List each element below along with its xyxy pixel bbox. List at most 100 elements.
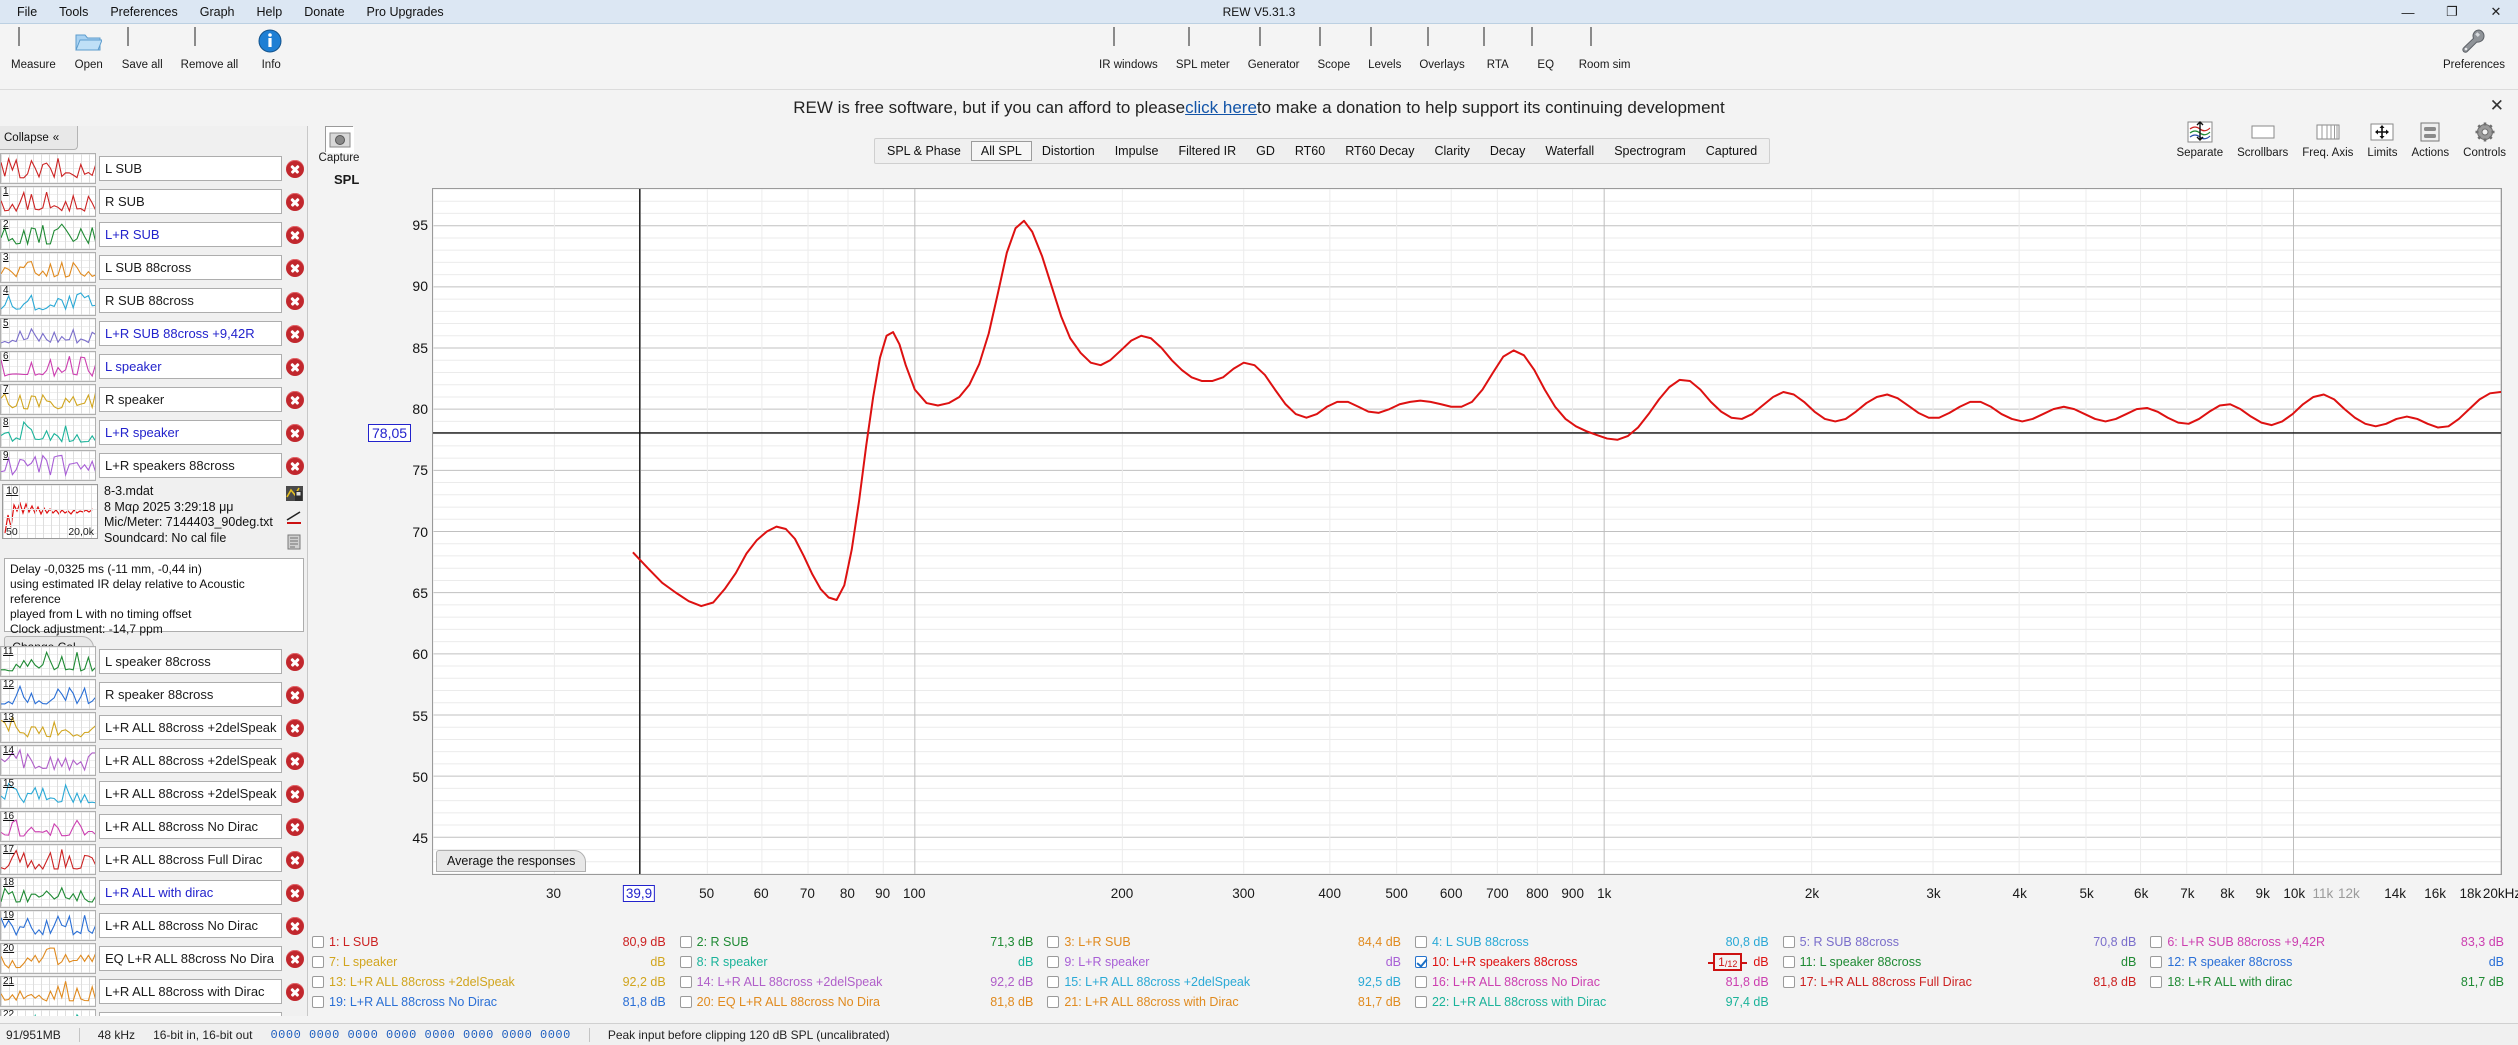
delete-measurement-button[interactable] bbox=[282, 152, 308, 185]
legend-item[interactable]: 16: L+R ALL 88cross No Dirac81,8 dB bbox=[1415, 972, 1783, 992]
tab-rt60[interactable]: RT60 bbox=[1285, 141, 1335, 161]
measurement-name[interactable]: L+R ALL 88cross No Dirac bbox=[99, 814, 282, 839]
legend-item[interactable]: 13: L+R ALL 88cross +2delSpeak92,2 dB bbox=[312, 972, 680, 992]
toolbar-button-overlays[interactable]: Overlays bbox=[1410, 26, 1473, 73]
plot-area[interactable] bbox=[432, 188, 2502, 875]
legend-item[interactable]: 14: L+R ALL 88cross +2delSpeak92,2 dB bbox=[680, 972, 1048, 992]
measurement-thumbnail[interactable]: 11 bbox=[0, 646, 96, 677]
menu-item-help[interactable]: Help bbox=[246, 2, 294, 22]
average-responses-button[interactable]: Average the responses bbox=[436, 850, 586, 872]
toolbar-button-measure[interactable]: Measure bbox=[2, 26, 65, 73]
measurement-thumbnail[interactable]: 6 bbox=[0, 351, 96, 382]
measurement-row[interactable]: 17L+R ALL 88cross Full Dirac bbox=[0, 843, 308, 876]
tab-decay[interactable]: Decay bbox=[1480, 141, 1535, 161]
legend-item[interactable]: 8: R speakerdB bbox=[680, 952, 1048, 972]
measurement-thumbnail[interactable]: 2 bbox=[0, 219, 96, 250]
legend-checkbox[interactable] bbox=[680, 956, 692, 968]
measurement-row[interactable]: L SUB bbox=[0, 152, 308, 185]
tab-filtered-ir[interactable]: Filtered IR bbox=[1168, 141, 1246, 161]
measurement-row[interactable]: 16L+R ALL 88cross No Dirac bbox=[0, 810, 308, 843]
measurement-row[interactable]: 22L+R ALL 88cross with Dirac bbox=[0, 1008, 308, 1016]
toolbar-button-generator[interactable]: Generator bbox=[1239, 26, 1309, 73]
toolbar-button-remove-all[interactable]: Remove all bbox=[172, 26, 248, 73]
graph-control-freq-axis[interactable]: Freq. Axis bbox=[2296, 118, 2359, 161]
delete-measurement-button[interactable] bbox=[282, 810, 308, 843]
legend-checkbox[interactable] bbox=[1415, 936, 1427, 948]
toolbar-button-room-sim[interactable]: Room sim bbox=[1570, 26, 1640, 73]
legend-checkbox[interactable] bbox=[2150, 956, 2162, 968]
measurement-thumbnail[interactable]: 18 bbox=[0, 877, 96, 908]
measurement-name[interactable]: R speaker bbox=[99, 387, 282, 412]
delete-measurement-button[interactable] bbox=[282, 843, 308, 876]
measurement-name[interactable]: L speaker bbox=[99, 354, 282, 379]
tab-spectrogram[interactable]: Spectrogram bbox=[1604, 141, 1696, 161]
collapse-sidebar-button[interactable]: Collapse « bbox=[0, 126, 78, 150]
legend-item[interactable]: 7: L speakerdB bbox=[312, 952, 680, 972]
legend-item[interactable]: 11: L speaker 88crossdB bbox=[1783, 952, 2151, 972]
measurement-thumbnail[interactable]: 21 bbox=[0, 976, 96, 1007]
measurement-row[interactable]: 14L+R ALL 88cross +2delSpeak bbox=[0, 744, 308, 777]
measurement-row[interactable]: 11L speaker 88cross bbox=[0, 645, 308, 678]
measurement-name[interactable]: L+R SUB 88cross +9,42R bbox=[99, 321, 282, 346]
legend-checkbox[interactable] bbox=[1415, 996, 1427, 1008]
toolbar-button-scope[interactable]: Scope bbox=[1309, 26, 1360, 73]
measurement-name[interactable]: L+R ALL 88cross Full Dirac bbox=[99, 847, 282, 872]
legend-checkbox[interactable] bbox=[312, 936, 324, 948]
legend-item[interactable]: 17: L+R ALL 88cross Full Dirac81,8 dB bbox=[1783, 972, 2151, 992]
measurement-row[interactable]: 1R SUB bbox=[0, 185, 308, 218]
measurement-name[interactable]: L+R SUB bbox=[99, 222, 282, 247]
capture-icon[interactable] bbox=[325, 126, 353, 152]
measurement-name[interactable]: L+R ALL 88cross +2delSpeak bbox=[99, 781, 282, 806]
tab-rt60-decay[interactable]: RT60 Decay bbox=[1335, 141, 1424, 161]
toolbar-button-rta[interactable]: RTA bbox=[1474, 26, 1522, 73]
graph-control-controls[interactable]: Controls bbox=[2457, 118, 2512, 161]
legend-item[interactable]: 15: L+R ALL 88cross +2delSpeak92,5 dB bbox=[1047, 972, 1415, 992]
notes-icon[interactable] bbox=[287, 534, 302, 555]
legend-checkbox[interactable] bbox=[1783, 956, 1795, 968]
graph-control-separate[interactable]: Separate bbox=[2170, 118, 2229, 161]
legend-item[interactable]: 12: R speaker 88crossdB bbox=[2150, 952, 2518, 972]
donate-link[interactable]: click here bbox=[1185, 98, 1257, 118]
measurement-name[interactable]: L+R ALL 88cross No Dirac bbox=[99, 913, 282, 938]
measurement-thumbnail[interactable]: 19 bbox=[0, 910, 96, 941]
measurement-name[interactable]: L+R ALL 88cross +2delSpeak bbox=[99, 748, 282, 773]
measurement-row[interactable]: 12R speaker 88cross bbox=[0, 678, 308, 711]
measurement-row[interactable]: 5L+R SUB 88cross +9,42R bbox=[0, 317, 308, 350]
delete-measurement-button[interactable] bbox=[282, 975, 308, 1008]
measurement-thumbnail[interactable] bbox=[0, 153, 96, 184]
delete-measurement-button[interactable] bbox=[282, 942, 308, 975]
graph-control-limits[interactable]: Limits bbox=[2361, 118, 2403, 161]
legend-item[interactable]: 3: L+R SUB84,4 dB bbox=[1047, 932, 1415, 952]
legend-checkbox[interactable] bbox=[1783, 936, 1795, 948]
measurement-name[interactable]: EQ L+R ALL 88cross No Dira bbox=[99, 946, 282, 971]
measurement-row[interactable]: 13L+R ALL 88cross +2delSpeak bbox=[0, 711, 308, 744]
color-line-icon[interactable] bbox=[286, 510, 303, 530]
tab-spl-phase[interactable]: SPL & Phase bbox=[877, 141, 971, 161]
legend-checkbox[interactable] bbox=[312, 996, 324, 1008]
legend-item[interactable]: 19: L+R ALL 88cross No Dirac81,8 dB bbox=[312, 992, 680, 1012]
toolbar-button-open[interactable]: Open bbox=[65, 26, 113, 73]
measurement-row[interactable]: 9L+R speakers 88cross bbox=[0, 449, 308, 482]
measurement-thumbnail[interactable]: 14 bbox=[0, 745, 96, 776]
menu-item-donate[interactable]: Donate bbox=[293, 2, 355, 22]
legend-checkbox[interactable] bbox=[312, 956, 324, 968]
delete-measurement-button[interactable] bbox=[282, 284, 308, 317]
measurement-thumbnail[interactable]: 4 bbox=[0, 285, 96, 316]
smoothing-badge[interactable]: 1/12 bbox=[1713, 953, 1742, 971]
delete-measurement-button[interactable] bbox=[282, 251, 308, 284]
tab-impulse[interactable]: Impulse bbox=[1105, 141, 1169, 161]
delete-measurement-button[interactable] bbox=[282, 350, 308, 383]
legend-checkbox[interactable] bbox=[1047, 936, 1059, 948]
toolbar-button-preferences[interactable]: Preferences bbox=[2434, 26, 2514, 73]
delete-measurement-button[interactable] bbox=[282, 876, 308, 909]
measurement-name[interactable]: L+R speaker bbox=[99, 420, 282, 445]
measurement-name[interactable]: L+R ALL 88cross +2delSpeak bbox=[99, 715, 282, 740]
measurement-thumbnail[interactable]: 8 bbox=[0, 417, 96, 448]
toolbar-button-levels[interactable]: 0369Levels bbox=[1359, 26, 1410, 73]
delete-measurement-button[interactable] bbox=[282, 645, 308, 678]
tab-gd[interactable]: GD bbox=[1246, 141, 1285, 161]
maximize-button[interactable]: ❐ bbox=[2430, 0, 2474, 24]
save-measurement-icon[interactable] bbox=[286, 486, 303, 506]
measurement-thumbnail[interactable]: 1 bbox=[0, 186, 96, 217]
measurement-name[interactable]: L SUB 88cross bbox=[99, 255, 282, 280]
